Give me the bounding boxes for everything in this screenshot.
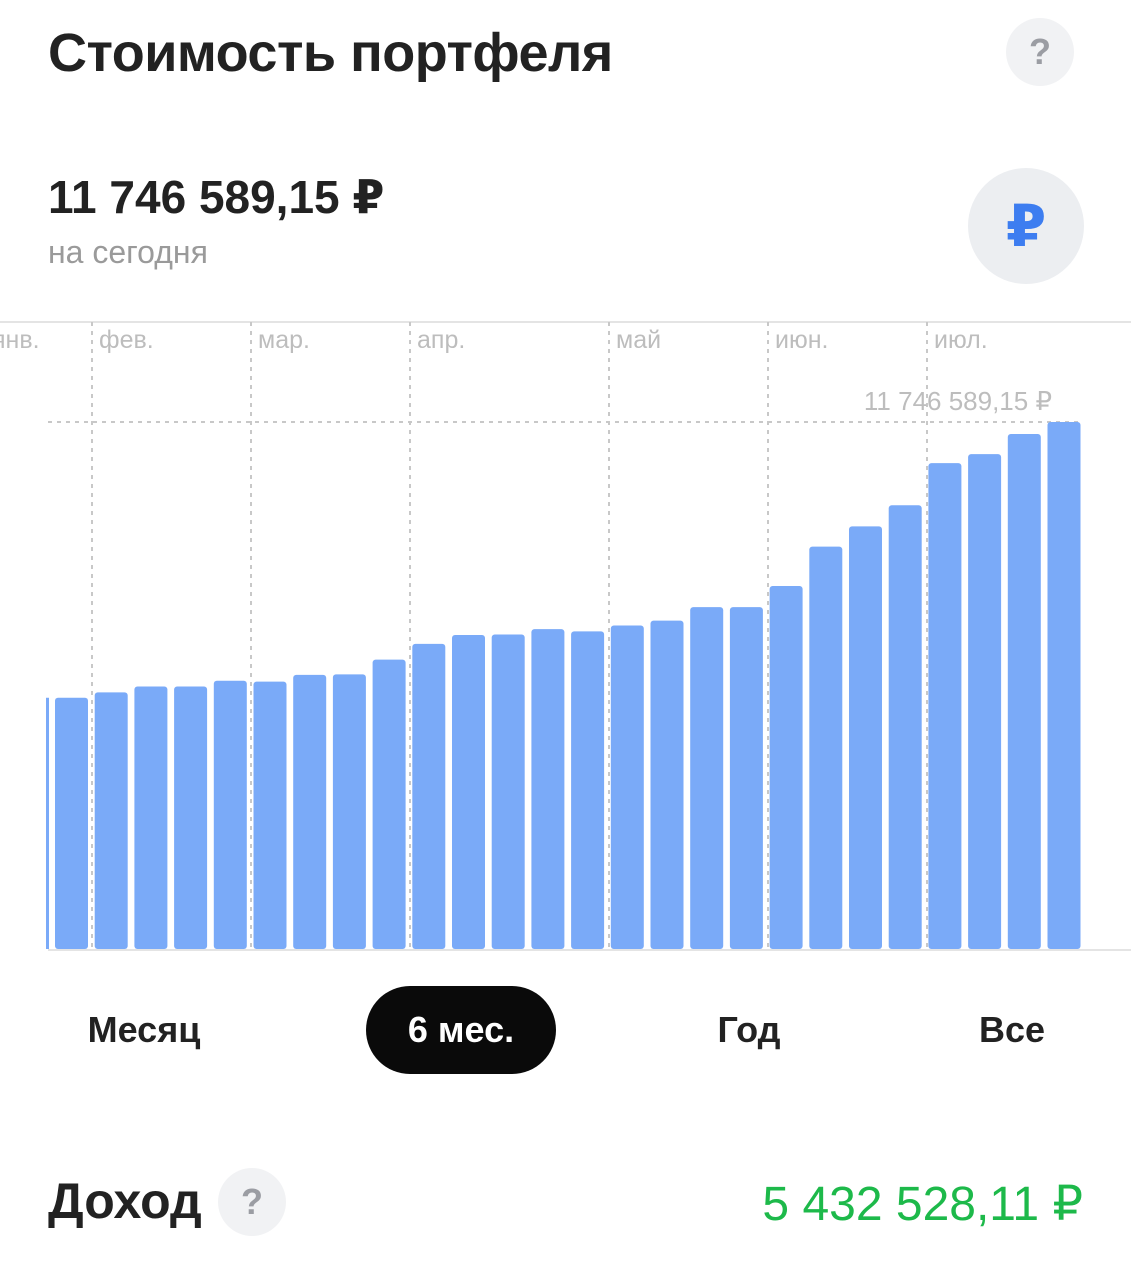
portfolio-value: 11 746 589,15 ₽ xyxy=(48,171,385,223)
chart-bar xyxy=(55,697,88,949)
chart-bar xyxy=(968,454,1002,949)
period-selector: Месяц 6 мес. Год Все xyxy=(0,986,1131,1074)
chart-bar xyxy=(293,674,327,949)
chart-bar xyxy=(491,634,525,949)
question-icon: ? xyxy=(1029,31,1051,72)
chart-bar xyxy=(46,697,49,949)
chart-bar xyxy=(928,463,962,949)
chart-bar xyxy=(650,620,684,949)
chart-bar xyxy=(849,526,882,949)
tab-6-months[interactable]: 6 мес. xyxy=(366,986,556,1074)
chart-bar xyxy=(134,686,168,949)
chart-bar xyxy=(372,659,406,949)
portfolio-chart-svg: янв. фев. мар. апр. май июн. июл. 11 746 589,15… xyxy=(0,321,1131,951)
chart-bar xyxy=(610,625,644,949)
chart-bar xyxy=(213,680,247,949)
chart-bar xyxy=(888,505,922,949)
chart-bar xyxy=(412,643,446,949)
question-icon: ? xyxy=(241,1181,263,1222)
chart-bar xyxy=(531,629,565,949)
chart-bar xyxy=(1007,433,1041,949)
chart-bar xyxy=(690,607,724,949)
chart-bar xyxy=(571,631,605,949)
chart-bar xyxy=(253,681,287,949)
month-label: июл. xyxy=(934,326,988,354)
chart-bar xyxy=(332,674,366,949)
month-label: апр. xyxy=(417,326,465,354)
month-label: июн. xyxy=(775,326,828,354)
month-label: май xyxy=(616,326,661,354)
ruble-icon: ₽ xyxy=(1005,194,1047,259)
income-value: 5 432 528,11 ₽ xyxy=(762,1178,1083,1231)
chart-bar xyxy=(769,586,803,949)
chart-bar xyxy=(452,634,485,949)
income-help-button[interactable]: ? xyxy=(218,1168,286,1236)
chart-bar xyxy=(1047,422,1081,949)
chart-bar xyxy=(729,607,763,949)
currency-switch-button[interactable]: ₽ xyxy=(968,168,1084,284)
month-label: мар. xyxy=(258,326,310,354)
tab-year[interactable]: Год xyxy=(684,986,814,1074)
help-button[interactable]: ? xyxy=(1006,18,1074,86)
tab-all[interactable]: Все xyxy=(950,986,1074,1074)
income-label: Доход xyxy=(48,1173,202,1229)
portfolio-chart: янв. фев. мар. апр. май июн. июл. 11 746 589,15… xyxy=(0,320,1131,960)
max-value-label: 11 746 589,15 ₽ xyxy=(864,386,1052,416)
page-title: Стоимость портфеля xyxy=(48,23,613,83)
month-label: янв. xyxy=(0,326,40,354)
tab-month[interactable]: Месяц xyxy=(60,986,228,1074)
portfolio-value-caption: на сегодня xyxy=(48,234,208,270)
chart-bar xyxy=(94,692,128,949)
chart-bar xyxy=(174,686,208,949)
chart-bar xyxy=(809,546,843,949)
month-label: фев. xyxy=(99,326,154,354)
